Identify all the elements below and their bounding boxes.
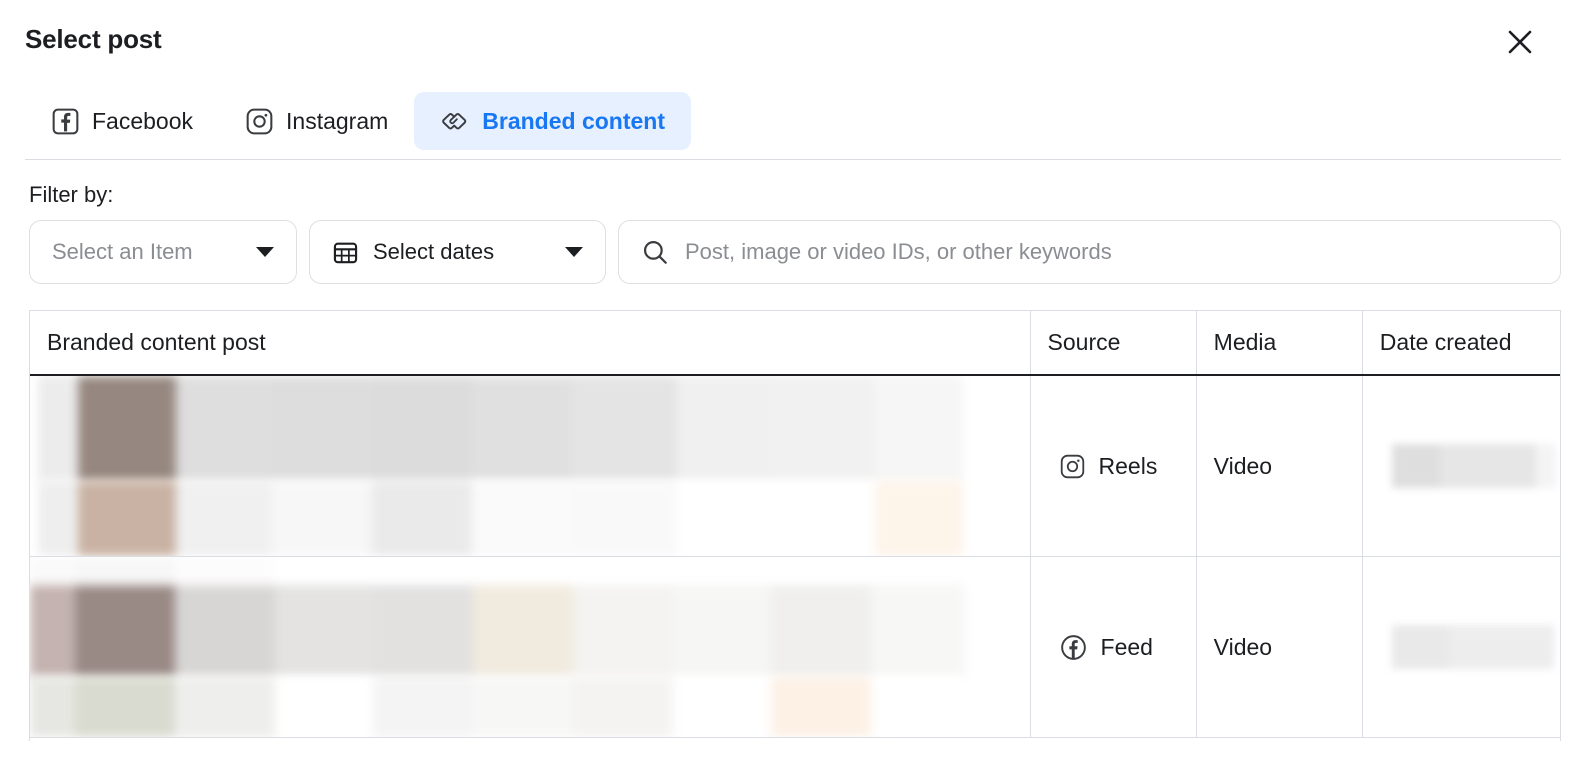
media-value: Video — [1213, 633, 1273, 660]
redacted-post-content — [30, 376, 1030, 556]
table-header-row: Branded content post Source Media Date c… — [30, 311, 1560, 376]
facebook-square-icon — [51, 107, 80, 136]
tabs-divider — [25, 159, 1561, 160]
post-preview-cell[interactable] — [30, 556, 1031, 738]
chevron-down-icon — [565, 247, 583, 257]
column-header-media[interactable]: Media — [1196, 311, 1363, 376]
calendar-icon — [332, 239, 359, 266]
instagram-icon — [245, 107, 274, 136]
column-header-post[interactable]: Branded content post — [30, 311, 1031, 376]
posts-table: Branded content post Source Media Date c… — [30, 311, 1560, 738]
close-button[interactable] — [1503, 25, 1537, 59]
redacted-date — [1391, 444, 1556, 488]
handshake-icon — [440, 106, 470, 136]
item-select-dropdown[interactable]: Select an Item — [29, 220, 297, 284]
table-row[interactable]: Feed Video — [30, 556, 1560, 738]
source-value-wrapper: Reels — [1031, 376, 1196, 556]
date-select-value: Select dates — [373, 239, 495, 264]
redacted-post-content — [30, 557, 1030, 737]
redacted-date-wrapper — [1363, 557, 1560, 737]
filter-by-label: Filter by: — [29, 182, 114, 207]
search-input[interactable]: Post, image or video IDs, or other keywo… — [618, 220, 1561, 284]
post-media-cell: Video — [1196, 556, 1363, 738]
post-source-cell: Feed — [1030, 556, 1197, 738]
tab-instagram-label: Instagram — [286, 107, 389, 134]
tab-instagram[interactable]: Instagram — [219, 92, 414, 150]
search-icon — [641, 238, 669, 266]
source-value-wrapper: Feed — [1031, 557, 1196, 737]
tab-branded-content[interactable]: Branded content — [414, 92, 692, 150]
column-header-source[interactable]: Source — [1030, 311, 1197, 376]
table-row[interactable]: Reels Video — [30, 375, 1560, 557]
media-value-wrapper: Video — [1197, 376, 1362, 556]
date-select-dropdown[interactable]: Select dates — [309, 220, 606, 284]
facebook-circle-icon — [1059, 633, 1088, 662]
item-select-value: Select an Item — [52, 239, 193, 264]
close-icon — [1506, 28, 1534, 56]
posts-table-container: Branded content post Source Media Date c… — [29, 310, 1561, 741]
tab-facebook[interactable]: Facebook — [25, 92, 219, 150]
column-header-date[interactable]: Date created — [1362, 311, 1560, 376]
redacted-date — [1391, 625, 1554, 669]
filter-section: Filter by: Select an Item Select dates P… — [0, 160, 1586, 284]
post-date-cell — [1362, 556, 1560, 738]
source-value: Reels — [1098, 452, 1158, 479]
post-media-cell: Video — [1196, 375, 1363, 557]
media-value: Video — [1213, 452, 1273, 479]
page-title: Select post — [25, 24, 162, 54]
redacted-date-wrapper — [1363, 376, 1560, 556]
search-placeholder: Post, image or video IDs, or other keywo… — [685, 239, 1112, 264]
tab-facebook-label: Facebook — [92, 107, 194, 134]
select-post-dialog: Select post Facebook Instagram Branded c… — [0, 0, 1586, 761]
chevron-down-icon — [256, 247, 274, 257]
post-source-cell: Reels — [1030, 375, 1197, 557]
tab-branded-content-label: Branded content — [482, 107, 666, 134]
source-value: Feed — [1100, 633, 1153, 660]
post-preview-cell[interactable] — [30, 375, 1031, 557]
media-value-wrapper: Video — [1197, 557, 1362, 737]
instagram-icon — [1059, 453, 1086, 480]
post-date-cell — [1362, 375, 1560, 557]
tab-bar: Facebook Instagram Branded content — [0, 82, 1586, 160]
dialog-header: Select post — [0, 0, 1586, 82]
